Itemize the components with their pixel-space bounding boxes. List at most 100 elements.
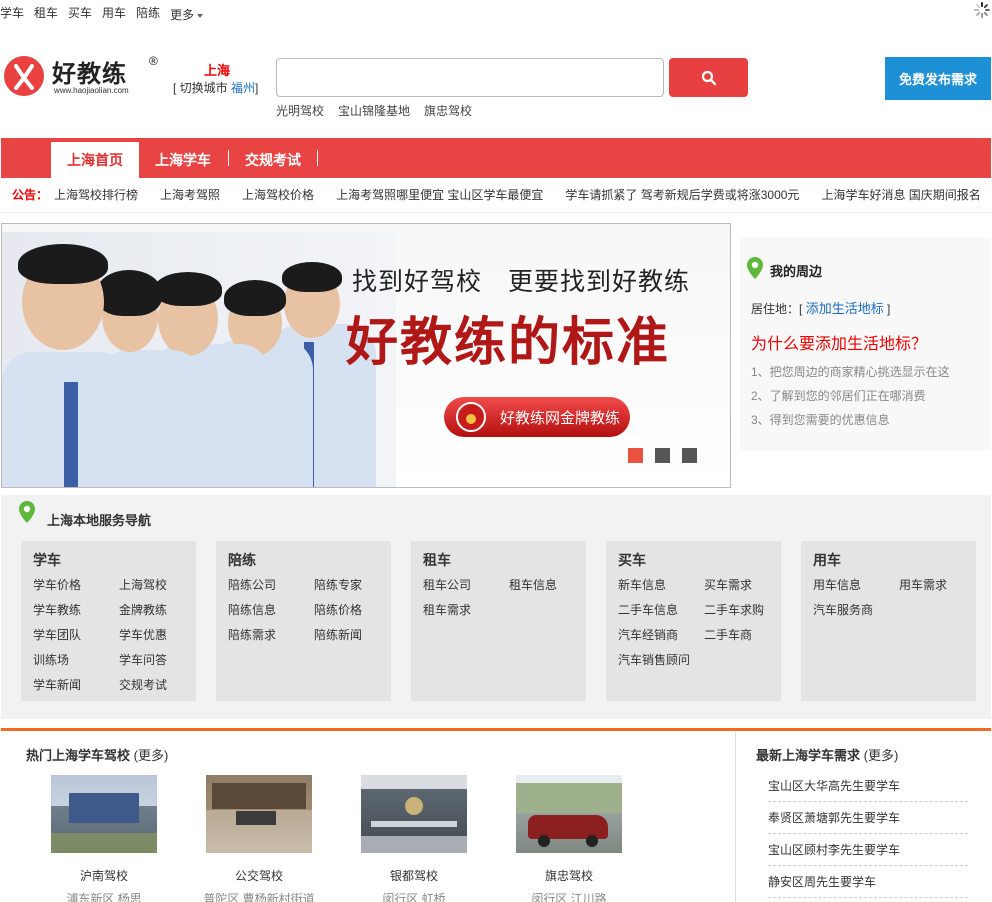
service-caption: 租车 bbox=[423, 552, 451, 568]
tip-item: 1、把您周边的商家精心挑选显示在这 bbox=[751, 365, 950, 379]
school-card[interactable]: 沪南驾校 浦东新区 杨思 bbox=[51, 775, 157, 902]
site-logo[interactable]: 好教练 ® www.haojiaolian.com bbox=[4, 52, 164, 100]
service-link[interactable]: 训练场 bbox=[33, 651, 69, 668]
city-alt-link[interactable]: 福州 bbox=[231, 81, 255, 95]
carousel-dot-2[interactable] bbox=[655, 448, 670, 463]
service-link[interactable]: 学车团队 bbox=[33, 626, 81, 643]
service-link[interactable]: 陪练价格 bbox=[314, 601, 362, 618]
service-link[interactable]: 汽车服务商 bbox=[813, 601, 873, 618]
service-link[interactable]: 二手车求购 bbox=[704, 601, 764, 618]
topnav-item-maiche[interactable]: 买车 bbox=[68, 4, 92, 24]
service-link[interactable]: 二手车商 bbox=[704, 626, 752, 643]
tab-traffic-exam[interactable]: 交规考试 bbox=[245, 142, 301, 178]
topnav-item-xueche[interactable]: 学车 bbox=[0, 4, 24, 24]
service-link[interactable]: 交规考试 bbox=[119, 676, 167, 693]
location-pin-icon bbox=[19, 501, 35, 523]
city-switch-label[interactable]: [ 切换城市 bbox=[173, 81, 228, 95]
notice-item[interactable]: 上海学车好消息 国庆期间报名 bbox=[821, 186, 980, 203]
hotword-guangming[interactable]: 光明驾校 bbox=[276, 102, 324, 119]
topnav-more[interactable]: 更多 bbox=[170, 4, 204, 24]
school-address: 普陀区 曹杨新村街道 bbox=[203, 892, 315, 902]
tip-item: 3、得到您需要的优惠信息 bbox=[751, 413, 890, 427]
school-card[interactable]: 旗忠驾校 闵行区 江川路 bbox=[516, 775, 622, 902]
carousel-dot-1[interactable] bbox=[628, 448, 643, 463]
service-link[interactable]: 学车价格 bbox=[33, 576, 81, 593]
service-link[interactable]: 汽车经销商 bbox=[618, 626, 678, 643]
topnav-item-zuche[interactable]: 租车 bbox=[34, 4, 58, 24]
city-switch-close: ] bbox=[255, 81, 259, 95]
carousel-dots bbox=[628, 448, 697, 463]
request-item[interactable]: 宝山区大华高先生要学车 bbox=[768, 777, 968, 802]
hotword-baoshan[interactable]: 宝山锦隆基地 bbox=[338, 102, 410, 119]
service-column-practice: 陪练 陪练公司 陪练专家 陪练信息 陪练价格 陪练需求 陪练新闻 bbox=[216, 541, 391, 701]
service-link[interactable]: 上海驾校 bbox=[119, 576, 167, 593]
hotword-qizhong[interactable]: 旗忠驾校 bbox=[424, 102, 472, 119]
service-link[interactable]: 金牌教练 bbox=[119, 601, 167, 618]
request-item[interactable]: 宝山区顾村李先生要学车 bbox=[768, 841, 968, 866]
publish-request-button[interactable]: 免费发布需求 bbox=[885, 57, 991, 100]
tab-home[interactable]: 上海首页 bbox=[51, 142, 139, 178]
service-link[interactable]: 二手车信息 bbox=[618, 601, 678, 618]
service-link[interactable]: 学车优惠 bbox=[119, 626, 167, 643]
landmark-tips: 1、把您周边的商家精心挑选显示在这 2、了解到您的邻居们正在哪消费 3、得到您需… bbox=[751, 360, 950, 432]
banner-gold-coach-button[interactable]: 好教练网金牌教练 bbox=[444, 397, 630, 437]
latest-requests-more-link[interactable]: (更多) bbox=[864, 748, 899, 763]
carousel-dot-3[interactable] bbox=[682, 448, 697, 463]
location-pin-icon bbox=[747, 257, 763, 279]
school-card[interactable]: 银都驾校 闵行区 虹桥 bbox=[361, 775, 467, 902]
school-name: 沪南驾校 bbox=[79, 869, 128, 883]
service-link[interactable]: 新车信息 bbox=[618, 576, 666, 593]
service-link[interactable]: 用车需求 bbox=[899, 576, 947, 593]
school-photo bbox=[361, 775, 467, 853]
hot-schools-more-link[interactable]: (更多) bbox=[134, 748, 169, 763]
service-link[interactable]: 买车需求 bbox=[704, 576, 752, 593]
service-link[interactable]: 学车教练 bbox=[33, 601, 81, 618]
school-address: 闵行区 江川路 bbox=[531, 892, 607, 902]
notice-item[interactable]: 上海驾校排行榜 bbox=[54, 186, 138, 203]
request-item[interactable]: 静安区周先生要学车 bbox=[768, 873, 968, 898]
service-link[interactable]: 学车问答 bbox=[119, 651, 167, 668]
school-card[interactable]: 公交驾校 普陀区 曹杨新村街道 bbox=[203, 775, 315, 902]
search-input[interactable] bbox=[276, 58, 664, 97]
loading-spinner-icon bbox=[974, 2, 990, 18]
hero-banner[interactable]: 找到好驾校 更要找到好教练 好教练的标准 好教练网金牌教练 bbox=[1, 223, 731, 488]
service-link[interactable]: 陪练需求 bbox=[228, 626, 276, 643]
main-nav: 上海首页 上海学车 交规考试 bbox=[1, 138, 991, 178]
notice-item[interactable]: 上海驾校价格 bbox=[242, 186, 314, 203]
hot-schools-title: 热门上海学车驾校 (更多) bbox=[26, 745, 168, 764]
notice-label: 公告： bbox=[12, 188, 49, 202]
service-column-buy: 买车 新车信息 买车需求 二手车信息 二手车求购 汽车经销商 二手车商 汽车销售… bbox=[606, 541, 781, 701]
service-link[interactable]: 租车公司 bbox=[423, 576, 471, 593]
tab-learn-driving[interactable]: 上海学车 bbox=[155, 142, 211, 178]
residence-close: ] bbox=[887, 302, 891, 316]
medal-icon bbox=[456, 402, 486, 432]
notice-item[interactable]: 上海考驾照哪里便宜 宝山区学车最便宜 bbox=[336, 186, 543, 203]
school-name: 旗忠驾校 bbox=[544, 869, 593, 883]
service-link[interactable]: 租车信息 bbox=[509, 576, 557, 593]
service-link[interactable]: 陪练新闻 bbox=[314, 626, 362, 643]
notice-item[interactable]: 上海考驾照 bbox=[160, 186, 220, 203]
service-link[interactable]: 用车信息 bbox=[813, 576, 861, 593]
service-link[interactable]: 汽车销售顾问 bbox=[618, 651, 690, 668]
service-caption: 陪练 bbox=[228, 552, 256, 568]
service-link[interactable]: 租车需求 bbox=[423, 601, 471, 618]
hot-search-words: 光明驾校 宝山锦隆基地 旗忠驾校 bbox=[276, 102, 472, 119]
tip-item: 2、了解到您的邻居们正在哪消费 bbox=[751, 389, 926, 403]
notice-item[interactable]: 学车请抓紧了 驾考新规后学费或将涨3000元 bbox=[565, 186, 799, 203]
topnav-item-peilian[interactable]: 陪练 bbox=[136, 4, 160, 24]
school-photo bbox=[206, 775, 312, 853]
banner-title: 好教练的标准 bbox=[346, 314, 671, 372]
service-link[interactable]: 陪练信息 bbox=[228, 601, 276, 618]
request-item[interactable]: 奉贤区萧塘郭先生要学车 bbox=[768, 809, 968, 834]
service-link[interactable]: 陪练专家 bbox=[314, 576, 362, 593]
topnav-item-yongche[interactable]: 用车 bbox=[102, 4, 126, 24]
school-address: 闵行区 虹桥 bbox=[382, 892, 446, 902]
logo-mark-icon bbox=[4, 56, 44, 96]
service-link[interactable]: 学车新闻 bbox=[33, 676, 81, 693]
latest-requests-title-text: 最新上海学车需求 bbox=[756, 748, 861, 763]
service-link[interactable]: 陪练公司 bbox=[228, 576, 276, 593]
add-landmark-link[interactable]: 添加生活地标 bbox=[806, 301, 884, 316]
chevron-down-icon bbox=[197, 13, 204, 18]
search-button[interactable] bbox=[669, 58, 748, 97]
service-caption: 用车 bbox=[813, 552, 841, 568]
